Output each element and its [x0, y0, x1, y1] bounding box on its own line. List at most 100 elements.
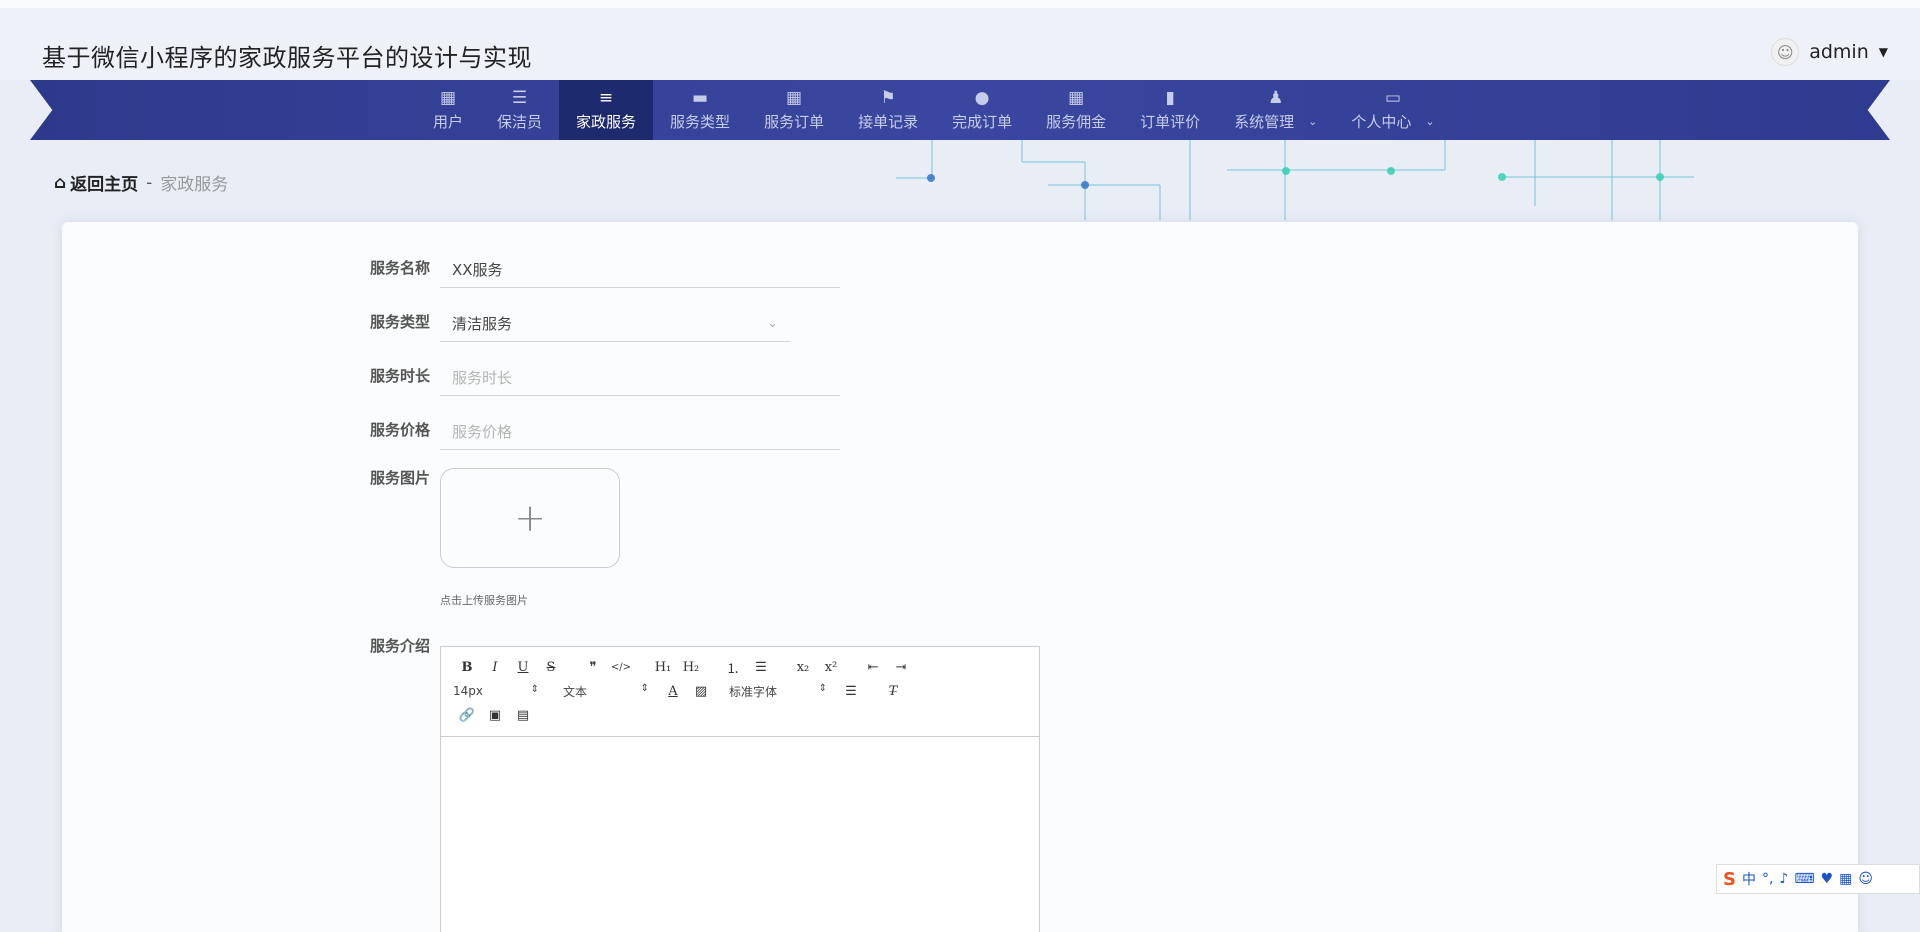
breadcrumb: ⌂ 返回主页 - 家政服务 [54, 170, 229, 196]
skin-icon[interactable]: ♥ [1821, 871, 1834, 887]
nav-label: 接单记录 [858, 112, 919, 131]
service-type-select[interactable]: 清洁服务 ⌄ [440, 306, 790, 342]
font-family-value: 标准字体 [729, 684, 778, 699]
nav-item-commission[interactable]: ▦ 服务佣金 [1029, 80, 1123, 140]
breadcrumb-current: 家政服务 [160, 175, 229, 195]
menu-lines-icon: ≡ [598, 87, 614, 108]
nav-item-order-reviews[interactable]: ▮ 订单评价 [1123, 80, 1217, 140]
bulb-icon: ● [974, 87, 990, 108]
select-arrows-icon: ⇕ [818, 682, 827, 694]
image-icon[interactable]: ▣ [481, 708, 509, 723]
background-color-icon[interactable]: ▨ [687, 684, 715, 699]
nav-label: 完成订单 [952, 112, 1013, 131]
form-row-image: 服务图片 + 点击上传服务图片 [360, 468, 620, 608]
image-upload-button[interactable]: + [440, 468, 620, 568]
dashboard-grid-icon: ▦ [439, 87, 457, 108]
bold-icon[interactable]: B [453, 660, 481, 675]
editor-content-area[interactable] [441, 737, 1039, 932]
subscript-icon[interactable]: x₂ [789, 660, 817, 675]
form-row-intro: 服务介绍 B I U S ❞ </> H₁ H₂ ⒈ ☰ x₂ x² ⇤ ⇥ 1… [360, 636, 1040, 932]
breadcrumb-home-label: 返回主页 [70, 175, 139, 195]
punctuation-icon[interactable]: °, [1762, 871, 1773, 887]
service-duration-label: 服务时长 [369, 367, 430, 385]
nav-item-housekeeping-service[interactable]: ≡ 家政服务 [559, 80, 654, 140]
chevron-down-icon: ⌄ [767, 316, 778, 331]
breadcrumb-separator: - [146, 172, 153, 193]
video-icon[interactable]: ▤ [509, 708, 537, 723]
service-duration-input[interactable] [440, 360, 840, 396]
outdent-icon[interactable]: ⇤ [859, 660, 887, 675]
sogou-logo-icon: S [1723, 868, 1736, 890]
service-image-label: 服务图片 [369, 469, 430, 487]
blockquote-icon[interactable]: ❞ [579, 660, 607, 675]
user-name: admin [1809, 41, 1869, 63]
indent-icon[interactable]: ⇥ [887, 660, 915, 675]
avatar: ☺ [1771, 38, 1800, 66]
nav-item-system-management[interactable]: ♟ 系统管理 ⌄ [1217, 80, 1334, 140]
rich-text-editor: B I U S ❞ </> H₁ H₂ ⒈ ☰ x₂ x² ⇤ ⇥ 14px ⇕… [440, 646, 1040, 932]
nav-item-service-orders[interactable]: ▦ 服务订单 [747, 80, 841, 140]
underline-icon[interactable]: U [509, 660, 537, 675]
keyboard-icon[interactable]: ⌨ [1794, 871, 1814, 887]
monitor-icon: ▬ [692, 87, 709, 108]
nav-item-personal-center[interactable]: ▭ 个人中心 ⌄ [1334, 80, 1451, 140]
service-name-input[interactable] [440, 252, 840, 288]
align-icon[interactable]: ☰ [837, 684, 865, 699]
emoji-icon[interactable]: ☺ [1858, 871, 1873, 887]
service-intro-label: 服务介绍 [369, 637, 430, 655]
main-nav: ▦ 用户 ☰ 保洁员 ≡ 家政服务 ▬ 服务类型 ▦ 服务订单 ⚑ 接单记录 ●… [30, 80, 1890, 140]
top-header: 基于微信小程序的家政服务平台的设计与实现 ☺ admin ▼ [0, 0, 1920, 80]
nav-label: 个人中心 [1351, 112, 1412, 131]
service-type-label: 服务类型 [369, 313, 430, 331]
plus-icon: + [514, 496, 546, 540]
service-price-label: 服务价格 [369, 421, 430, 439]
chevron-down-icon: ⌄ [1308, 114, 1318, 128]
dashboard-grid-icon: ▦ [1068, 87, 1085, 108]
chinese-mode-icon[interactable]: 中 [1742, 869, 1756, 889]
home-icon: ⌂ [54, 172, 67, 193]
nav-label: 订单评价 [1140, 112, 1201, 131]
upload-hint: 点击上传服务图片 [440, 594, 528, 607]
code-block-icon[interactable]: </> [607, 662, 635, 673]
microphone-icon[interactable]: ♪ [1779, 871, 1788, 887]
bullet-list-icon[interactable]: ☰ [747, 660, 775, 675]
font-size-select[interactable]: 14px ⇕ [453, 684, 549, 698]
font-size-value: 14px [453, 684, 483, 698]
book-icon: ▮ [1165, 87, 1175, 108]
editor-toolbar: B I U S ❞ </> H₁ H₂ ⒈ ☰ x₂ x² ⇤ ⇥ 14px ⇕… [441, 647, 1039, 737]
nav-item-completed-orders[interactable]: ● 完成订单 [935, 80, 1029, 140]
breadcrumb-home-link[interactable]: ⌂ 返回主页 [54, 170, 139, 196]
input-method-toolbar[interactable]: S 中 °, ♪ ⌨ ♥ ▦ ☺ [1716, 864, 1920, 894]
wallet-icon: ▭ [1384, 87, 1402, 108]
strikethrough-icon[interactable]: S [537, 660, 565, 675]
dashboard-grid-icon: ▦ [786, 87, 803, 108]
select-arrows-icon: ⇕ [640, 682, 649, 694]
link-icon[interactable]: 🔗 [453, 708, 481, 723]
nav-label: 服务佣金 [1046, 112, 1107, 131]
form-row-duration: 服务时长 [360, 360, 840, 396]
form-row-type: 服务类型 清洁服务 ⌄ [360, 306, 790, 342]
service-type-value: 清洁服务 [452, 315, 513, 333]
user-menu[interactable]: ☺ admin ▼ [1771, 38, 1888, 66]
service-name-label: 服务名称 [369, 259, 430, 277]
clear-format-icon[interactable]: T̶ [879, 684, 907, 699]
nav-item-users[interactable]: ▦ 用户 [416, 80, 480, 140]
heading-2-icon[interactable]: H₂ [677, 660, 705, 675]
service-price-input[interactable] [440, 414, 840, 450]
superscript-icon[interactable]: x² [817, 660, 845, 675]
header-select[interactable]: 文本 ⇕ [563, 683, 659, 700]
toolbox-grid-icon[interactable]: ▦ [1839, 871, 1852, 887]
form-card: 服务名称 服务类型 清洁服务 ⌄ 服务时长 服务价格 服务图片 + 点击上传服务… [62, 222, 1858, 932]
font-color-icon[interactable]: A [659, 684, 687, 699]
italic-icon[interactable]: I [481, 660, 509, 675]
form-row-price: 服务价格 [360, 414, 840, 450]
nav-item-cleaners[interactable]: ☰ 保洁员 [480, 80, 559, 140]
font-family-select[interactable]: 标准字体 ⇕ [729, 683, 837, 700]
ordered-list-icon[interactable]: ⒈ [719, 658, 747, 677]
nav-label: 保洁员 [497, 112, 543, 131]
nav-item-service-type[interactable]: ▬ 服务类型 [653, 80, 747, 140]
caret-down-icon: ▼ [1878, 45, 1888, 59]
nav-item-order-records[interactable]: ⚑ 接单记录 [841, 80, 935, 140]
form-row-name: 服务名称 [360, 252, 840, 288]
heading-1-icon[interactable]: H₁ [649, 660, 677, 675]
